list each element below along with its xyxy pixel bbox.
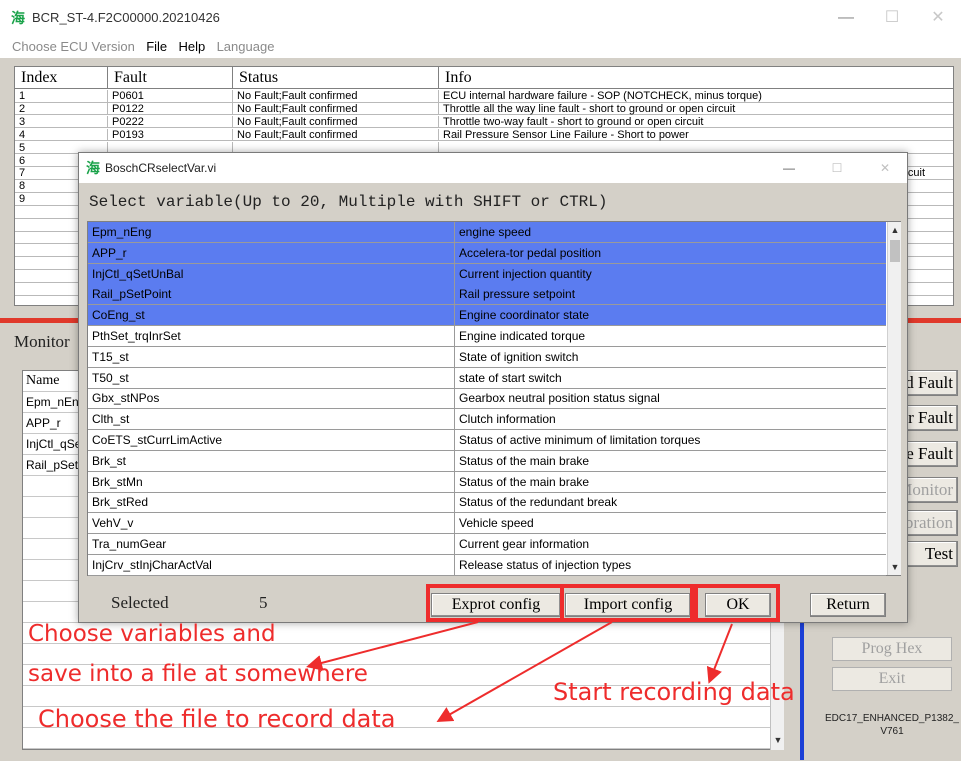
- annotation-choose-variables: Choose variables and: [28, 621, 276, 647]
- arrow-to-export: [306, 621, 479, 671]
- annotation-choose-file: Choose the file to record data: [38, 705, 396, 733]
- arrow-to-ok: [706, 623, 733, 684]
- annotation-save-file: save into a file at somewhere: [28, 661, 368, 687]
- annotation-start-recording: Start recording data: [553, 678, 795, 706]
